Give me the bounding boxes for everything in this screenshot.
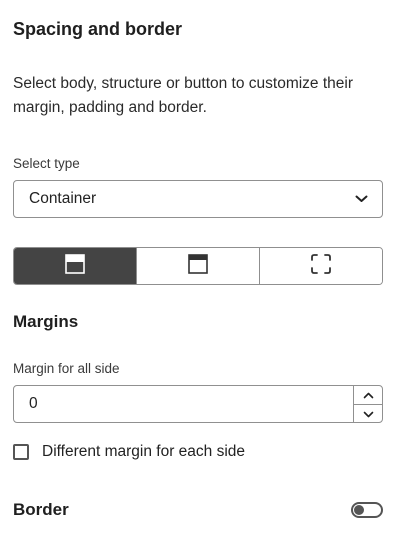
element-type-segmented-control: [13, 247, 383, 285]
segment-structure-button[interactable]: [136, 248, 259, 284]
different-margin-option: Different margin for each side: [13, 443, 245, 461]
segment-button-button[interactable]: [259, 248, 382, 284]
select-type-dropdown[interactable]: Container: [13, 180, 383, 218]
chevron-down-icon: [354, 192, 368, 206]
select-type-value: Container: [29, 190, 97, 207]
corners-frame-icon: [311, 253, 331, 279]
margin-input[interactable]: [14, 386, 353, 422]
chevron-down-icon: [363, 405, 374, 422]
margins-heading: Margins: [13, 312, 79, 331]
margin-all-label: Margin for all side: [13, 361, 120, 376]
layout-header-icon: [188, 253, 208, 279]
chevron-up-icon: [363, 386, 374, 404]
toggle-knob: [354, 505, 364, 515]
different-margin-checkbox[interactable]: [13, 444, 29, 460]
increment-button[interactable]: [354, 386, 382, 404]
layout-top-bar-icon: [65, 253, 85, 279]
stepper-buttons: [353, 386, 382, 422]
spacing-border-panel: Spacing and border Select body, structur…: [0, 0, 400, 550]
margin-stepper: [13, 385, 383, 423]
decrement-button[interactable]: [354, 404, 382, 422]
select-type-label: Select type: [13, 156, 80, 171]
border-heading: Border: [13, 500, 69, 519]
different-margin-label: Different margin for each side: [42, 443, 246, 460]
panel-description: Select body, structure or button to cust…: [13, 75, 354, 116]
panel-title: Spacing and border: [13, 19, 183, 39]
segment-body-button[interactable]: [14, 248, 136, 284]
border-toggle[interactable]: [351, 502, 383, 518]
